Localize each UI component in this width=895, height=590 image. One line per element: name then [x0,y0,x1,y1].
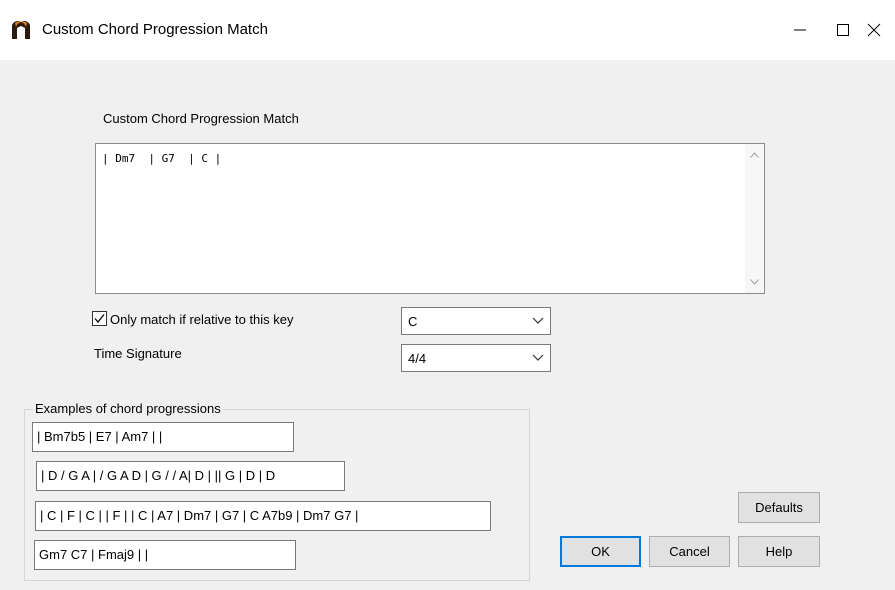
scroll-up-icon[interactable] [750,152,759,158]
example-progression-1[interactable]: | Bm7b5 | E7 | Am7 | | [32,422,294,452]
vertical-scrollbar[interactable] [745,144,764,293]
minimize-button[interactable] [782,12,818,48]
app-icon [10,19,32,41]
maximize-icon [837,24,849,36]
checkmark-icon [94,314,105,324]
example-progression-2[interactable]: | D / G A | / G A D | G / / A| D | || G … [36,461,345,491]
example-progression-4[interactable]: Gm7 C7 | Fmaj9 | | [34,540,296,570]
minimize-icon [794,29,806,31]
close-icon [867,23,881,37]
window-title: Custom Chord Progression Match [42,21,268,38]
title-bar: Custom Chord Progression Match [0,0,895,60]
cancel-button[interactable]: Cancel [649,536,730,567]
time-signature-select[interactable]: 4/4 [401,344,551,372]
examples-group-title: Examples of chord progressions [33,401,223,416]
key-match-checkbox[interactable] [92,311,107,326]
scroll-down-icon[interactable] [750,279,759,285]
progression-text: | Dm7 | G7 | C | [102,152,222,165]
chevron-down-icon [532,317,544,324]
chevron-down-icon [532,354,544,361]
example-progression-3[interactable]: | C | F | C | | F | | C | A7 | Dm7 | G7 … [35,501,491,531]
progression-label: Custom Chord Progression Match [103,111,299,126]
progression-textarea[interactable]: | Dm7 | G7 | C | [95,143,765,294]
close-button[interactable] [856,12,892,48]
key-select-value: C [408,314,418,329]
time-signature-label: Time Signature [94,346,182,361]
defaults-button[interactable]: Defaults [738,492,820,523]
ok-button[interactable]: OK [560,536,641,567]
help-button[interactable]: Help [738,536,820,567]
key-match-label[interactable]: Only match if relative to this key [110,312,294,327]
time-signature-value: 4/4 [408,351,427,366]
key-select[interactable]: C [401,307,551,335]
